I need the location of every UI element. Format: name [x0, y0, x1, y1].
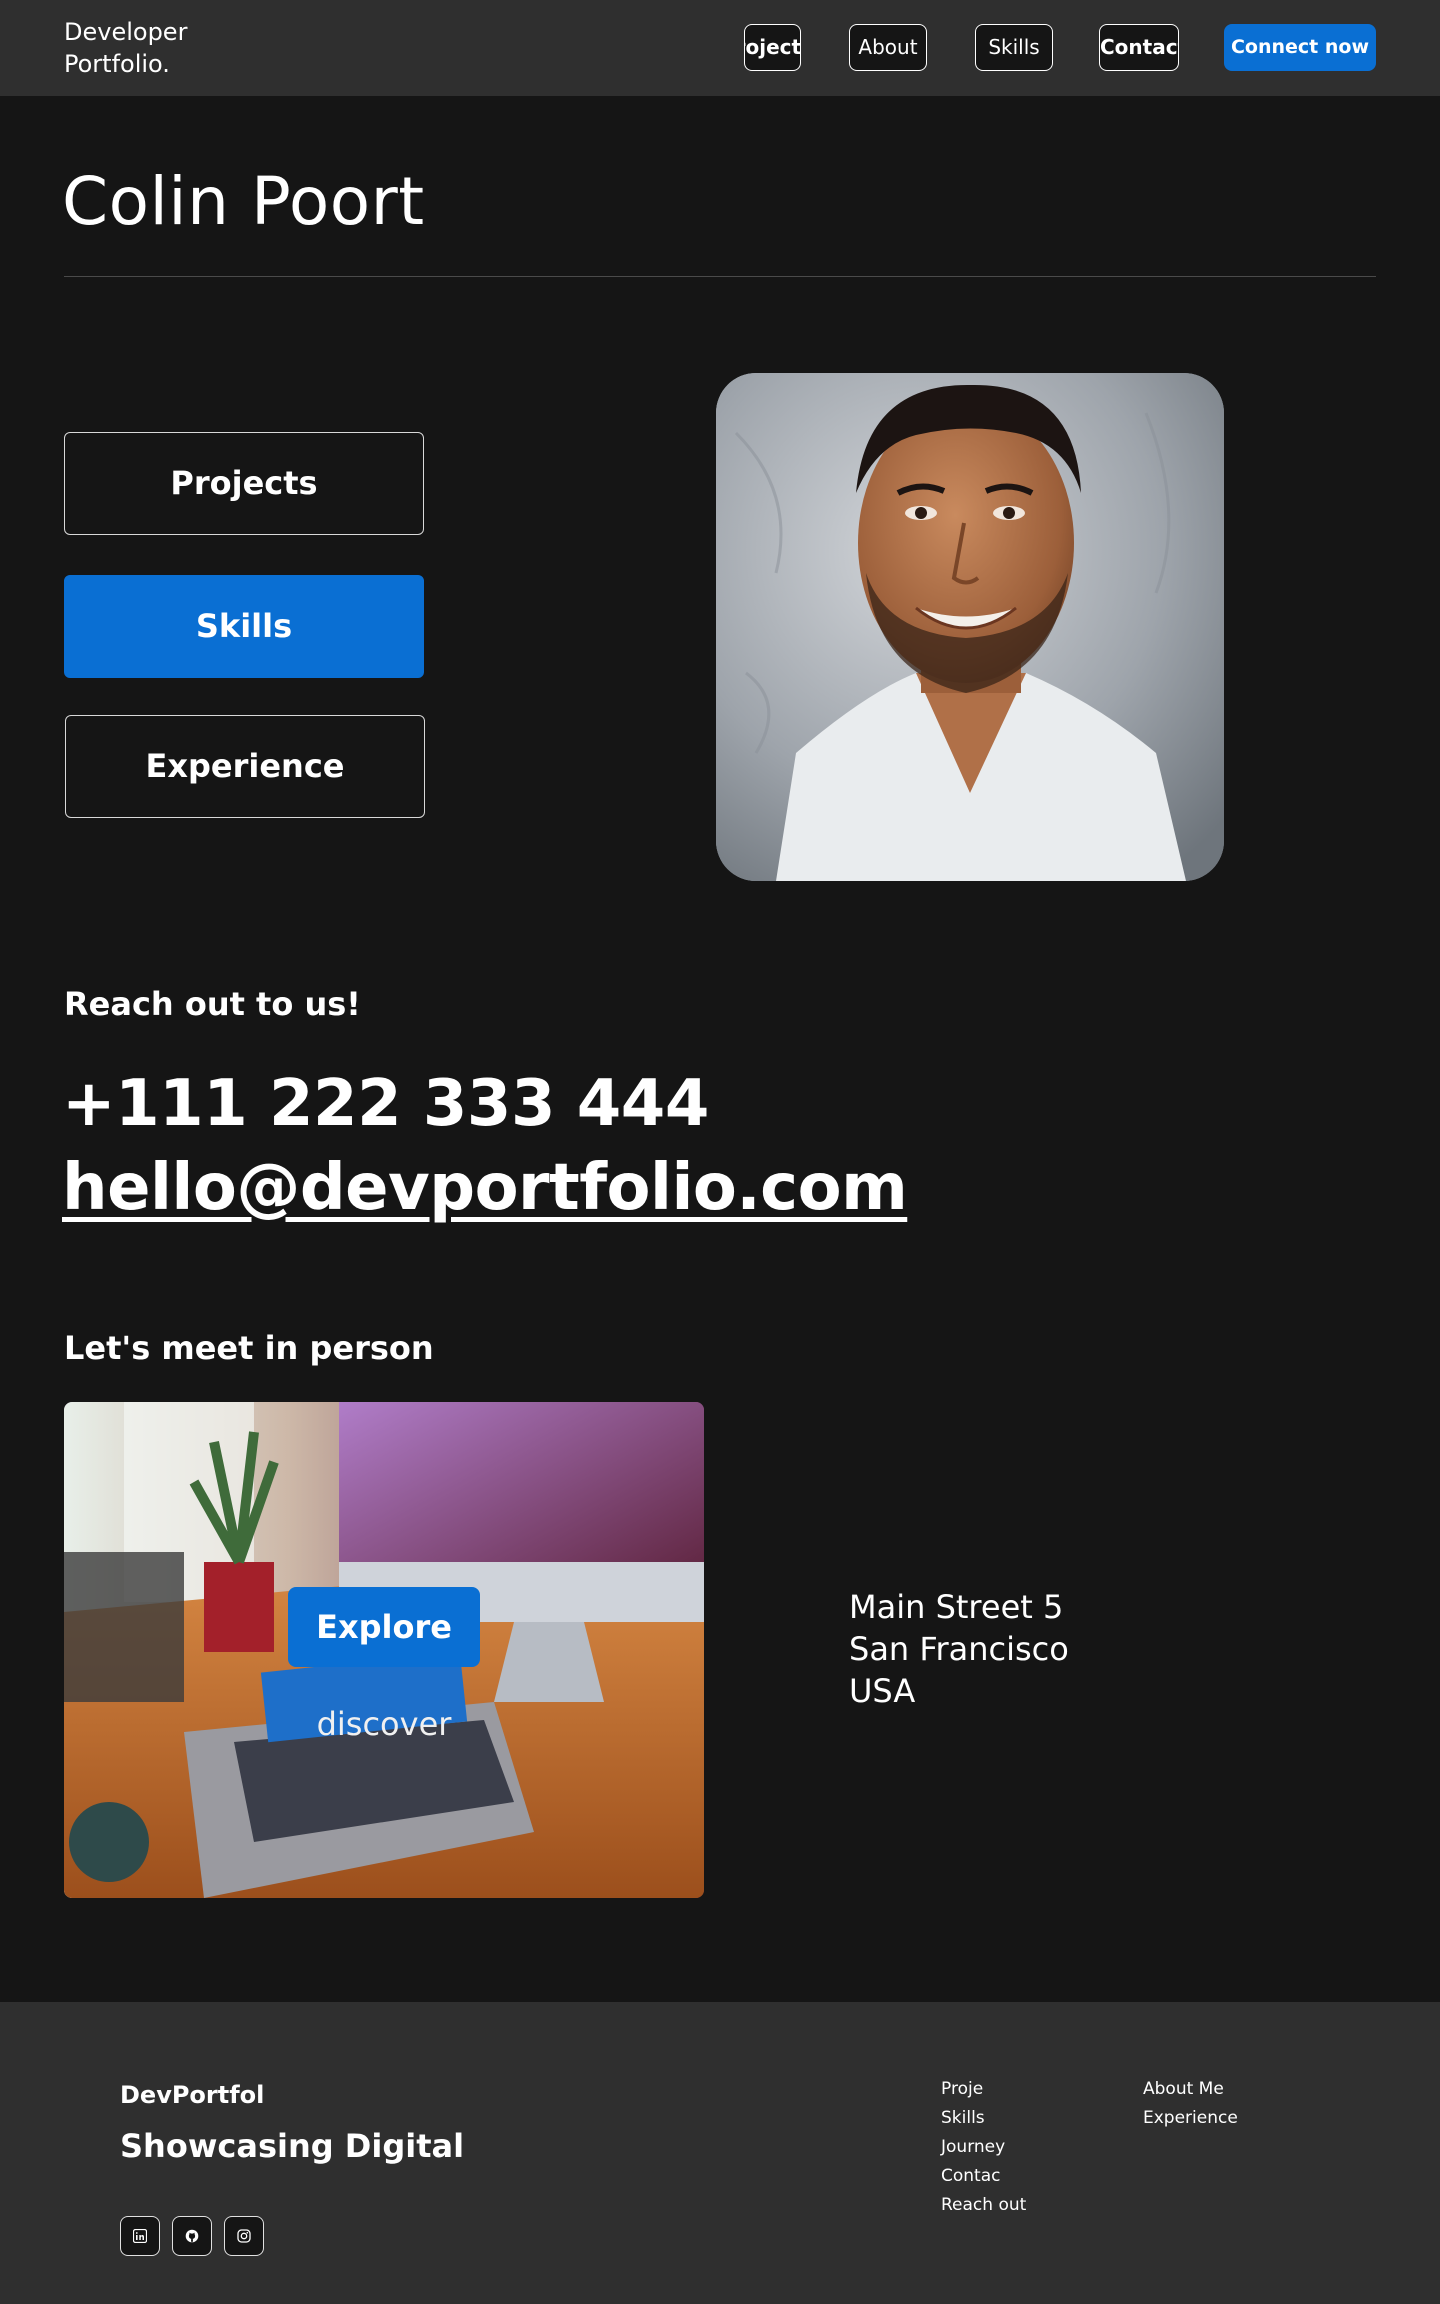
reach-out-heading: Reach out to us!	[64, 985, 361, 1023]
office-address: Main Street 5 San Francisco USA	[849, 1586, 1069, 1712]
projects-button[interactable]: Projects	[64, 432, 424, 535]
nav-contact-button[interactable]: Contact	[1099, 24, 1179, 71]
footer-tagline: Showcasing Digital	[120, 2127, 465, 2165]
page-title: Colin Poort	[62, 163, 425, 240]
footer-brand: DevPortfol	[120, 2081, 265, 2109]
footer-link-journey[interactable]: Journey	[941, 2133, 1005, 2162]
experience-button[interactable]: Experience	[65, 715, 425, 818]
connect-now-button[interactable]: Connect now	[1224, 24, 1376, 71]
footer-link-reach-out[interactable]: Reach out	[941, 2191, 1026, 2220]
brand-logo[interactable]: Developer Portfolio.	[64, 16, 264, 80]
skills-button[interactable]: Skills	[64, 575, 424, 678]
email-link[interactable]: hello@devportfolio.com	[62, 1146, 908, 1230]
top-navbar: Developer Portfolio. Projects About Skil…	[0, 0, 1440, 96]
nav-projects-button[interactable]: Projects	[744, 24, 801, 71]
brand-line-2: Portfolio.	[64, 50, 170, 78]
footer-link-about-me[interactable]: About Me	[1143, 2075, 1224, 2104]
address-country: USA	[849, 1672, 916, 1710]
footer-link-experience[interactable]: Experience	[1143, 2104, 1238, 2133]
explore-button[interactable]: Explore	[288, 1587, 480, 1667]
phone-number: +111 222 333 444	[62, 1067, 709, 1141]
meet-heading: Let's meet in person	[64, 1329, 434, 1367]
instagram-icon[interactable]	[224, 2216, 264, 2256]
nav-skills-button[interactable]: Skills	[975, 24, 1053, 71]
address-city: San Francisco	[849, 1630, 1069, 1668]
footer-link-contact[interactable]: Contac	[941, 2162, 1000, 2191]
address-street: Main Street 5	[849, 1588, 1064, 1626]
footer-link-projects[interactable]: Proje	[941, 2075, 983, 2104]
github-icon[interactable]	[172, 2216, 212, 2256]
nav-about-button[interactable]: About	[849, 24, 927, 71]
discover-link[interactable]: discover	[300, 1702, 468, 1746]
title-divider	[64, 276, 1376, 277]
footer-link-skills[interactable]: Skills	[941, 2104, 985, 2133]
brand-line-1: Developer	[64, 18, 188, 46]
profile-photo	[716, 373, 1224, 881]
linkedin-icon[interactable]	[120, 2216, 160, 2256]
